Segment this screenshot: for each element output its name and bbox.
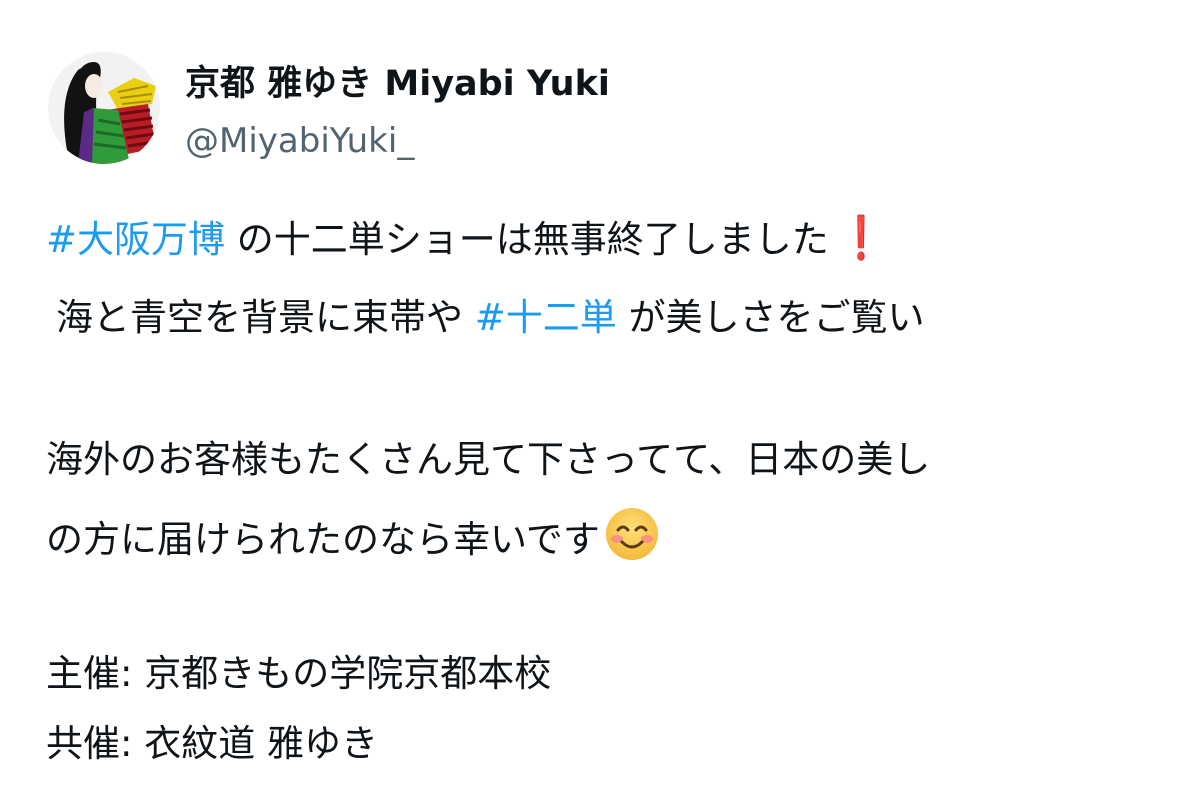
hashtag-osaka-expo[interactable]: #大阪万博 xyxy=(46,218,225,261)
hashtag-junihitoe[interactable]: #十二単 xyxy=(475,296,617,339)
tweet-header: 京都 雅ゆき Miyabi Yuki @MiyabiYuki_ xyxy=(48,52,1148,172)
user-handle[interactable]: @MiyabiYuki_ xyxy=(185,118,414,164)
tweet-text-line-1: #大阪万博 の十二単ショーは無事終了しました ❗ xyxy=(46,212,887,266)
tweet-text-line-4: の方に届けられたのなら幸いです xyxy=(46,506,660,576)
tweet-text-segment: の方に届けられたのなら幸いです xyxy=(46,518,600,561)
tweet-card: 京都 雅ゆき Miyabi Yuki @MiyabiYuki_ #大阪万博 の十… xyxy=(0,0,1200,800)
tweet-text-line-2: 海と青空を背景に束帯や #十二単 が美しさをご覧い xyxy=(56,292,925,344)
tweet-text-line-5: 主催: 京都きもの学院京都本校 xyxy=(46,652,552,695)
display-name[interactable]: 京都 雅ゆき Miyabi Yuki xyxy=(185,60,610,108)
tweet-text-segment: の十二単ショーは無事終了しました xyxy=(225,218,829,261)
smiling-face-emoji xyxy=(604,506,660,576)
tweet-text-segment: が美しさをご覧い xyxy=(616,296,925,339)
exclamation-emoji: ❗ xyxy=(840,213,882,262)
tweet-text-line-6: 共催: 衣紋道 雅ゆき xyxy=(46,722,378,765)
avatar-image xyxy=(48,52,160,164)
avatar[interactable] xyxy=(48,52,160,164)
tweet-text-line-3: 海外のお客様もたくさん見て下さってて、日本の美し xyxy=(46,438,931,481)
tweet-text-segment: 海と青空を背景に束帯や xyxy=(56,296,475,339)
